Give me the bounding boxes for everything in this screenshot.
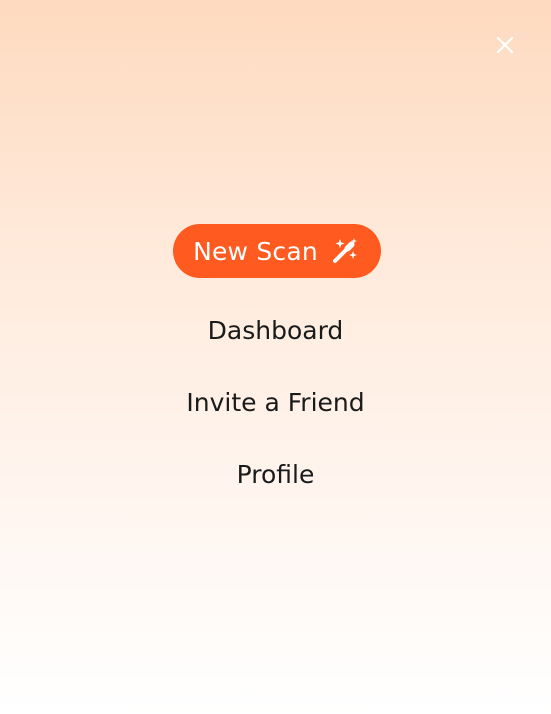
close-icon xyxy=(496,36,514,58)
close-button[interactable] xyxy=(491,33,519,61)
main-menu: New Scan Dashboard Invite a Friend Profi… xyxy=(0,224,551,490)
menu-item-profile[interactable]: Profile xyxy=(237,460,315,490)
new-scan-label: New Scan xyxy=(193,236,318,266)
menu-item-invite-a-friend[interactable]: Invite a Friend xyxy=(186,388,364,418)
magic-wand-sparkles-icon xyxy=(328,235,360,267)
menu-overlay: New Scan Dashboard Invite a Friend Profi… xyxy=(0,0,551,714)
menu-item-dashboard[interactable]: Dashboard xyxy=(208,316,344,346)
new-scan-button[interactable]: New Scan xyxy=(172,224,381,278)
